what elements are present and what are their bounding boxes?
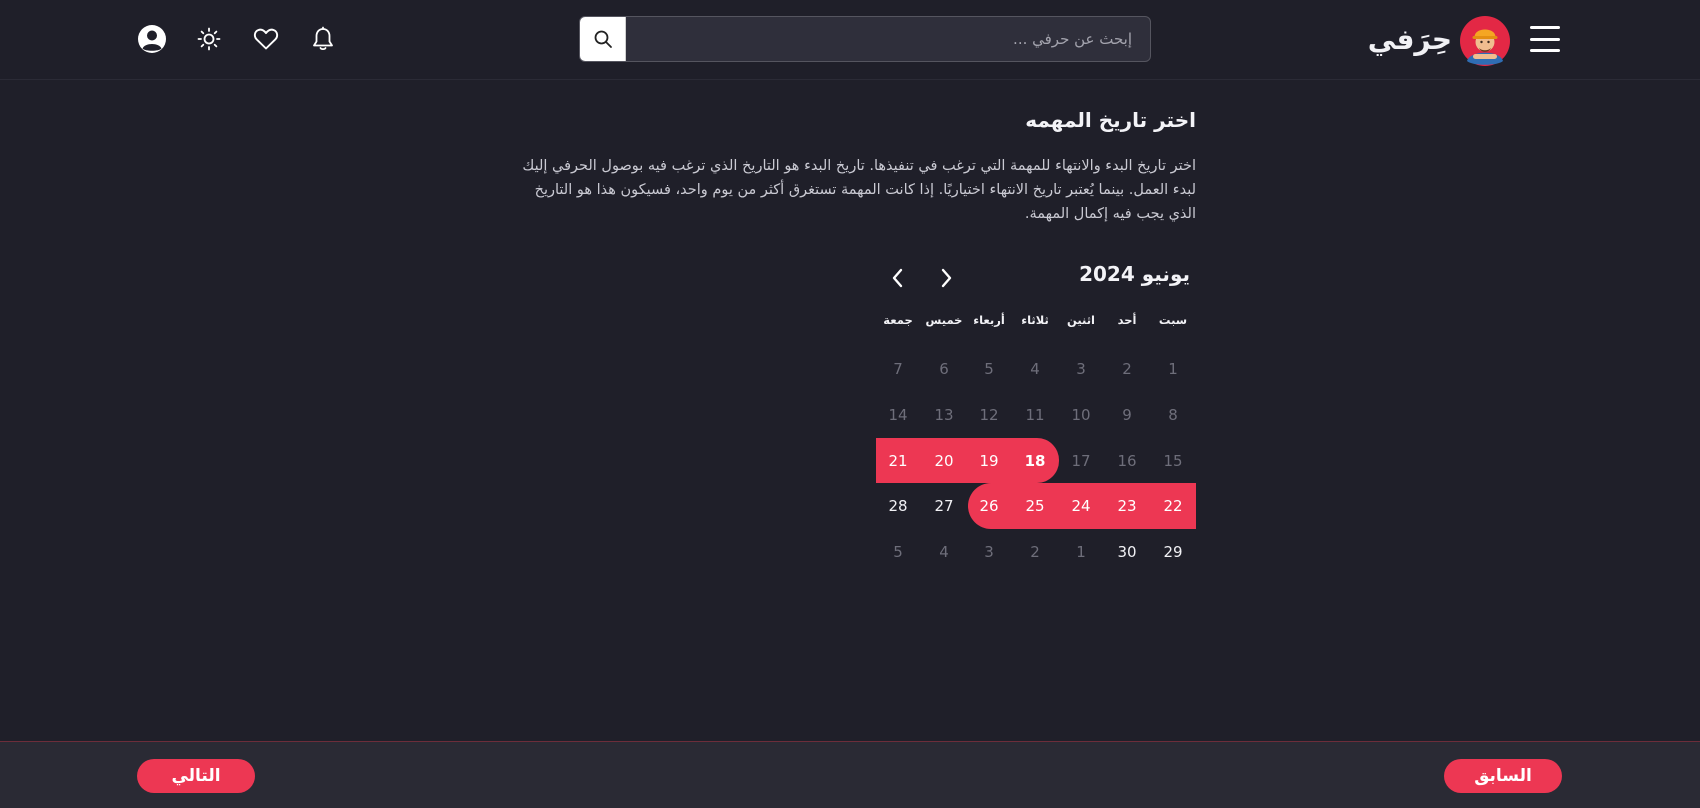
weekday-label: أحد — [1117, 313, 1137, 327]
search-button[interactable] — [580, 17, 626, 61]
calendar-day-in-range[interactable]: 23 — [1104, 486, 1150, 526]
bell-icon[interactable] — [306, 22, 340, 56]
calendar-day-outside[interactable]: 14 — [875, 395, 921, 435]
calendar-day-outside[interactable]: 2 — [1012, 532, 1058, 572]
calendar-day[interactable]: 29 — [1150, 532, 1196, 572]
search-input[interactable] — [626, 17, 1150, 61]
calendar-day-outside[interactable]: 5 — [875, 532, 921, 572]
next-button[interactable]: التالي — [137, 759, 255, 793]
sun-icon[interactable] — [192, 22, 226, 56]
heart-icon[interactable] — [249, 22, 283, 56]
calendar-day-outside[interactable]: 4 — [1012, 349, 1058, 389]
calendar-day-outside[interactable]: 7 — [875, 349, 921, 389]
calendar-day-outside[interactable]: 12 — [966, 395, 1012, 435]
logo[interactable] — [1458, 12, 1512, 68]
calendar-day-outside[interactable]: 15 — [1150, 441, 1196, 481]
top-navbar: حِرَفي — [0, 0, 1700, 80]
search-bar — [579, 16, 1151, 62]
menu-icon[interactable] — [1530, 26, 1560, 52]
weekday-label: ثلاثاء — [1021, 313, 1049, 327]
calendar-day-outside[interactable]: 13 — [921, 395, 967, 435]
calendar-day-outside[interactable]: 1 — [1058, 532, 1104, 572]
calendar-day[interactable]: 30 — [1104, 532, 1150, 572]
calendar-day-outside[interactable]: 11 — [1012, 395, 1058, 435]
weekday-label: سبت — [1158, 313, 1188, 327]
calendar-day-outside[interactable]: 3 — [966, 532, 1012, 572]
calendar-month-label: يونيو 2024 — [1079, 262, 1190, 286]
calendar-day-in-range[interactable]: 24 — [1058, 486, 1104, 526]
page-title: اختر تاريخ المهمه — [1025, 108, 1196, 132]
previous-button[interactable]: السابق — [1444, 759, 1562, 793]
calendar-day[interactable]: 28 — [875, 486, 921, 526]
calendar-day-outside[interactable]: 1 — [1150, 349, 1196, 389]
footer-bar: التالي السابق — [0, 741, 1700, 808]
weekday-label: خميس — [925, 313, 963, 327]
calendar-day-outside[interactable]: 17 — [1058, 441, 1104, 481]
calendar-day-in-range[interactable]: 20 — [921, 441, 967, 481]
calendar-day-outside[interactable]: 10 — [1058, 395, 1104, 435]
calendar-day-outside[interactable]: 4 — [921, 532, 967, 572]
chevron-left-icon[interactable] — [884, 264, 912, 292]
calendar-day-range-start[interactable]: 18 — [1012, 441, 1058, 481]
search-icon — [594, 30, 612, 48]
calendar-day-outside[interactable]: 2 — [1104, 349, 1150, 389]
brand-name: حِرَفي — [1367, 23, 1452, 56]
profile-icon[interactable] — [135, 22, 169, 56]
calendar-day-in-range[interactable]: 25 — [1012, 486, 1058, 526]
calendar-day-outside[interactable]: 6 — [921, 349, 967, 389]
calendar-day-in-range[interactable]: 19 — [966, 441, 1012, 481]
chevron-right-icon[interactable] — [932, 264, 960, 292]
calendar-day-outside[interactable]: 9 — [1104, 395, 1150, 435]
calendar-day-in-range[interactable]: 22 — [1150, 486, 1196, 526]
calendar-day-outside[interactable]: 5 — [966, 349, 1012, 389]
calendar-day[interactable]: 27 — [921, 486, 967, 526]
weekday-label: أربعاء — [973, 313, 1005, 327]
calendar-day-outside[interactable]: 16 — [1104, 441, 1150, 481]
calendar-day-range-end[interactable]: 26 — [966, 486, 1012, 526]
weekday-label: جمعة — [883, 313, 913, 327]
calendar-day-in-range[interactable]: 21 — [875, 441, 921, 481]
calendar-day-outside[interactable]: 8 — [1150, 395, 1196, 435]
calendar-day-outside[interactable]: 3 — [1058, 349, 1104, 389]
page-description: اختر تاريخ البدء والانتهاء للمهمة التي ت… — [522, 158, 1196, 222]
weekday-label: اثنين — [1067, 313, 1095, 327]
